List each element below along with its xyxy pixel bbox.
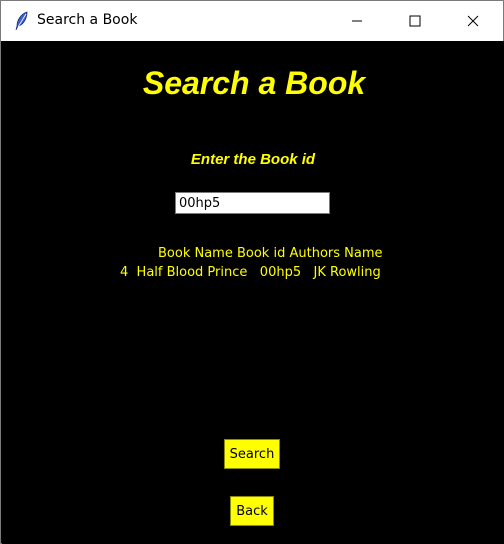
app-window: Search a Book Search a Book Enter the Bo… — [0, 0, 504, 544]
row-book-id: 00hp5 — [259, 265, 302, 280]
title-bar[interactable]: Search a Book — [1, 1, 503, 41]
maximize-icon — [409, 12, 421, 31]
table-row: 4 Half Blood Prince 00hp5 JK Rowling — [120, 265, 381, 280]
row-author: JK Rowling — [313, 265, 381, 280]
main-content: Search a Book Enter the Book id Book Nam… — [2, 41, 504, 544]
row-index: 4 — [120, 265, 129, 280]
search-button[interactable]: Search — [224, 439, 280, 469]
maximize-button[interactable] — [392, 1, 438, 41]
page-title: Search a Book — [142, 65, 366, 101]
close-button[interactable] — [450, 1, 496, 41]
header-book-id: Book id — [236, 246, 286, 261]
window-title: Search a Book — [37, 12, 138, 28]
header-book-name: Book Name — [158, 246, 233, 261]
minimize-button[interactable] — [334, 1, 380, 41]
back-button[interactable]: Back — [230, 496, 274, 526]
book-id-label: Enter the Book id — [190, 151, 316, 168]
close-icon — [467, 12, 479, 31]
results-header: Book Name Book id Authors Name — [158, 246, 383, 261]
header-authors-name: Authors Name — [289, 246, 383, 261]
minimize-icon — [351, 12, 363, 31]
feather-icon — [13, 11, 31, 31]
row-book-name: Half Blood Prince — [136, 265, 248, 280]
book-id-input[interactable] — [175, 192, 330, 214]
